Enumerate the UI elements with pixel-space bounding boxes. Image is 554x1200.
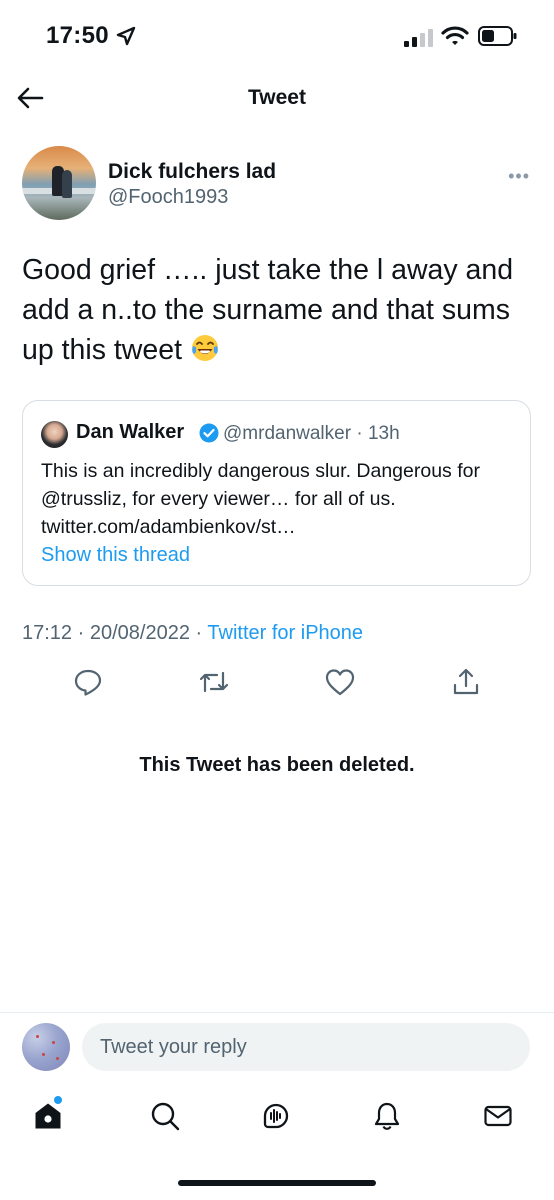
tweet-timestamp: 17:12 · 20/08/2022 · Twitter for iPhone bbox=[22, 622, 363, 645]
face-with-tears-of-joy-emoji bbox=[191, 335, 218, 361]
deleted-tweet-notice: This Tweet has been deleted. bbox=[139, 754, 415, 776]
quoted-tweet-age: 13h bbox=[367, 423, 400, 444]
spaces-icon bbox=[263, 1103, 289, 1129]
reply-placeholder: Tweet your reply bbox=[100, 1035, 247, 1058]
cellular-signal-icon bbox=[404, 29, 433, 47]
tab-home[interactable] bbox=[30, 1096, 66, 1134]
new-activity-dot bbox=[54, 1096, 62, 1104]
meta-separator: · bbox=[356, 423, 363, 444]
tab-search[interactable] bbox=[147, 1098, 183, 1134]
quoted-tweet-text: This is an incredibly dangerous slur. Da… bbox=[41, 460, 480, 538]
tweet-author: Dick fulchers lad @Fooch1993 ••• bbox=[22, 146, 534, 222]
user-avatar[interactable] bbox=[22, 1023, 70, 1071]
author-avatar[interactable] bbox=[22, 146, 96, 220]
tab-bar bbox=[0, 1088, 554, 1148]
share-icon bbox=[453, 668, 479, 695]
tweet-text: Good grief ….. just take the l away and … bbox=[22, 254, 514, 366]
messages-icon bbox=[484, 1105, 512, 1127]
status-time: 17:50 bbox=[46, 22, 109, 49]
like-button[interactable] bbox=[322, 664, 358, 700]
like-icon bbox=[325, 669, 355, 696]
tweet-source-link[interactable]: Twitter for iPhone bbox=[207, 622, 363, 644]
show-thread-link[interactable]: Show this thread bbox=[41, 544, 190, 567]
quoted-tweet-card[interactable]: Dan Walker @mrdanwalker · 13h This is an… bbox=[22, 400, 531, 586]
location-arrow-icon bbox=[116, 26, 136, 46]
notifications-icon bbox=[374, 1102, 400, 1130]
share-button[interactable] bbox=[448, 664, 484, 700]
tweet-date: 20/08/2022 bbox=[89, 622, 190, 644]
tab-notifications[interactable] bbox=[369, 1098, 405, 1134]
tweet-time: 17:12 bbox=[22, 622, 73, 644]
retweet-icon bbox=[199, 671, 229, 693]
meta-separator: · bbox=[77, 622, 85, 644]
quoted-author-meta: @mrdanwalker · 13h bbox=[223, 423, 400, 445]
page-title: Tweet bbox=[248, 86, 306, 109]
home-indicator bbox=[178, 1180, 376, 1186]
meta-separator: · bbox=[195, 622, 203, 644]
tab-spaces[interactable] bbox=[258, 1098, 294, 1134]
more-options-icon[interactable]: ••• bbox=[508, 166, 530, 187]
search-icon bbox=[151, 1102, 180, 1131]
tweet-body: Good grief ….. just take the l away and … bbox=[22, 250, 534, 370]
status-bar: 17:50 bbox=[0, 0, 554, 70]
reply-input[interactable]: Tweet your reply bbox=[82, 1023, 530, 1071]
quoted-author-handle: @mrdanwalker bbox=[223, 423, 352, 444]
author-handle[interactable]: @Fooch1993 bbox=[108, 186, 228, 209]
retweet-button[interactable] bbox=[196, 664, 232, 700]
reply-button[interactable] bbox=[70, 664, 106, 700]
battery-icon bbox=[478, 26, 517, 46]
home-icon bbox=[35, 1103, 61, 1129]
reply-icon bbox=[74, 669, 102, 696]
wifi-icon bbox=[441, 26, 469, 45]
reply-bar: Tweet your reply bbox=[0, 1013, 554, 1083]
nav-header: Tweet bbox=[0, 70, 554, 128]
tweet-actions bbox=[0, 664, 554, 704]
author-display-name[interactable]: Dick fulchers lad bbox=[108, 160, 276, 184]
verified-badge-icon bbox=[199, 423, 219, 443]
quoted-author-avatar bbox=[41, 421, 68, 448]
quoted-author-name: Dan Walker bbox=[76, 421, 185, 443]
tab-messages[interactable] bbox=[480, 1098, 516, 1134]
